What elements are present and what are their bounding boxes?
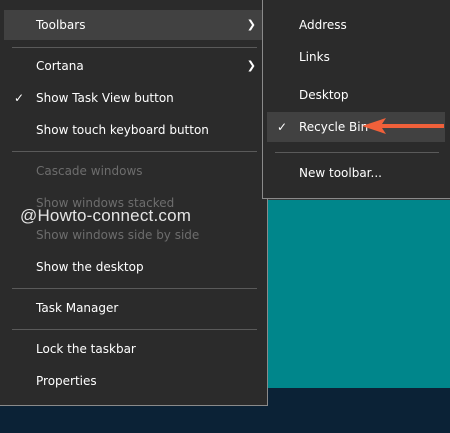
- menu-item-label: Show Task View button: [36, 91, 174, 105]
- menu-item-label: Address: [299, 18, 347, 32]
- menu-item-properties[interactable]: Properties: [4, 366, 262, 396]
- menu-item-label: Cortana: [36, 59, 84, 73]
- menu-separator: [12, 288, 257, 289]
- arrow-left-icon: [362, 118, 444, 134]
- menu-item-label: Lock the taskbar: [36, 342, 136, 356]
- menu-separator: [12, 329, 257, 330]
- menu-item-label: Recycle Bin: [299, 120, 369, 134]
- menu-separator: [275, 152, 439, 153]
- submenu-item-address[interactable]: Address: [267, 10, 445, 40]
- submenu-item-new-toolbar[interactable]: New toolbar...: [267, 158, 445, 188]
- menu-item-label: Links: [299, 50, 330, 64]
- menu-item-label: New toolbar...: [299, 166, 382, 180]
- menu-separator: [12, 47, 257, 48]
- taskbar-context-menu: Toolbars ❯ Cortana ❯ ✓ Show Task View bu…: [0, 0, 268, 406]
- menu-item-label: Cascade windows: [36, 164, 143, 178]
- menu-item-label: Task Manager: [36, 301, 119, 315]
- watermark: @Howto-connect.com: [20, 206, 192, 225]
- submenu-item-desktop[interactable]: Desktop: [267, 80, 445, 110]
- menu-item-cascade-windows: Cascade windows: [4, 156, 262, 186]
- checkmark-icon: ✓: [276, 120, 288, 134]
- menu-item-label: Desktop: [299, 88, 349, 102]
- menu-item-lock-the-taskbar[interactable]: Lock the taskbar: [4, 334, 262, 364]
- chevron-right-icon: ❯: [246, 18, 256, 31]
- menu-item-show-touch-keyboard-button[interactable]: Show touch keyboard button: [4, 115, 262, 145]
- menu-item-toolbars[interactable]: Toolbars ❯: [4, 10, 262, 40]
- menu-item-task-manager[interactable]: Task Manager: [4, 293, 262, 323]
- toolbars-submenu: Address Links Desktop ✓ Recycle Bin New …: [262, 0, 450, 199]
- menu-separator: [12, 151, 257, 152]
- menu-item-show-task-view-button[interactable]: ✓ Show Task View button: [4, 83, 262, 113]
- menu-item-label: Show the desktop: [36, 260, 144, 274]
- chevron-right-icon: ❯: [246, 59, 256, 72]
- checkmark-icon: ✓: [13, 91, 25, 105]
- menu-item-cortana[interactable]: Cortana ❯: [4, 51, 262, 81]
- menu-item-label: Properties: [36, 374, 97, 388]
- menu-item-label: Show touch keyboard button: [36, 123, 209, 137]
- menu-item-label: Toolbars: [36, 18, 86, 32]
- submenu-item-links[interactable]: Links: [267, 42, 445, 72]
- menu-item-show-the-desktop[interactable]: Show the desktop: [4, 252, 262, 282]
